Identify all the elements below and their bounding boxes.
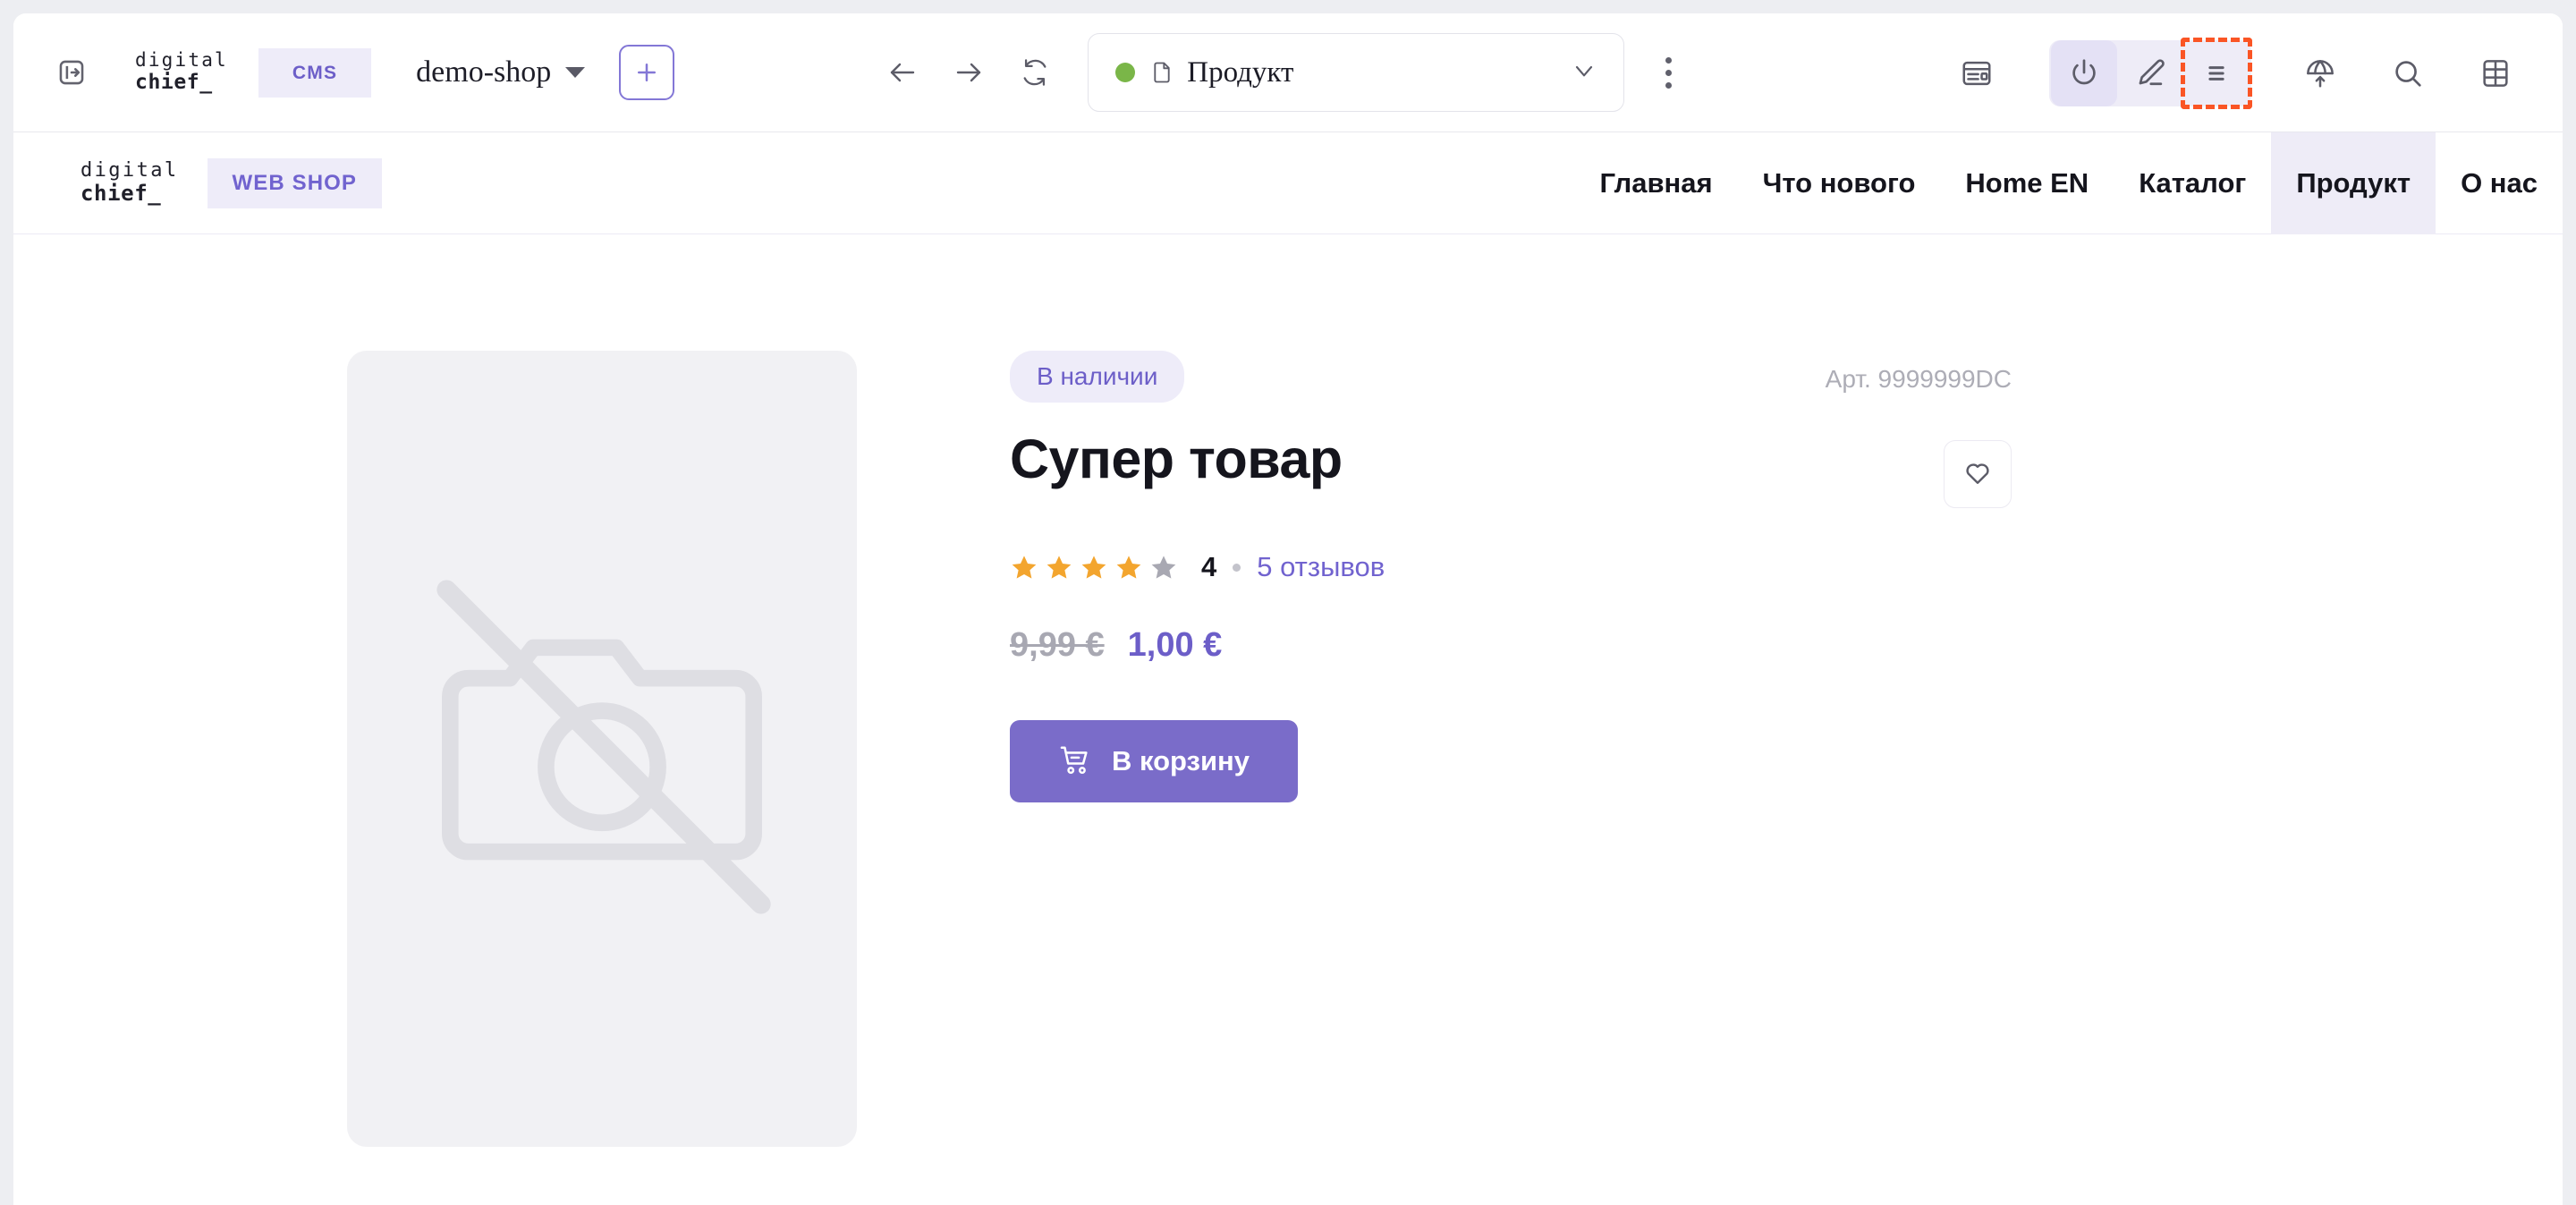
page-selector[interactable]: Продукт <box>1088 33 1625 112</box>
product-info-top-row: В наличии Арт. 9999999DC <box>1010 351 2012 403</box>
toolbar-right-group <box>1944 13 2529 132</box>
nav-item-katalog[interactable]: Каталог <box>2114 132 2271 234</box>
product-info: В наличии Арт. 9999999DC Супер товар 4 5… <box>857 351 2563 1147</box>
rating-stars <box>1010 553 1178 581</box>
favorite-button[interactable] <box>1944 440 2012 508</box>
reviews-link[interactable]: 5 отзывов <box>1257 551 1385 583</box>
add-to-cart-label: В корзину <box>1111 745 1250 776</box>
site-brand-line-2: chief_ <box>80 181 162 207</box>
product-sku: Арт. 9999999DC <box>1825 365 2012 393</box>
nav-item-o-nas[interactable]: О нас <box>2436 132 2563 234</box>
editor-mode-group <box>2049 37 2252 109</box>
page-selector-label: Продукт <box>1187 55 1294 89</box>
product-title-row: Супер товар <box>1010 428 2012 508</box>
rating-value: 4 <box>1201 551 1217 582</box>
star-filled-icon <box>1046 556 1072 579</box>
brand-line-1: digital <box>135 49 228 72</box>
power-icon[interactable] <box>2051 39 2117 106</box>
product-page: В наличии Арт. 9999999DC Супер товар 4 5… <box>13 234 2563 1204</box>
star-filled-icon <box>1012 556 1037 579</box>
toolbar-center-group: Продукт <box>869 33 1692 112</box>
add-button[interactable] <box>619 45 675 100</box>
product-rating: 4 5 отзывов <box>1010 551 2482 583</box>
site-navigation: Главная Что нового Home EN Каталог Проду… <box>1575 132 2563 234</box>
search-icon[interactable] <box>2375 40 2441 106</box>
cms-chip: CMS <box>258 47 372 98</box>
editor-toolbar: digital chief_ CMS demo-shop Продукт <box>13 13 2563 132</box>
site-brand-line-1: digital <box>80 158 179 182</box>
heart-icon <box>1962 457 1993 492</box>
price-new: 1,00 € <box>1127 626 1223 664</box>
price-old: 9,99 € <box>1010 626 1105 664</box>
star-filled-icon <box>1081 556 1106 579</box>
more-vertical-icon[interactable] <box>1644 39 1692 106</box>
nav-item-home-en[interactable]: Home EN <box>1940 132 2114 234</box>
web-shop-chip: WEB SHOP <box>207 157 383 208</box>
site-header: digital chief_ WEB SHOP Главная Что ново… <box>13 132 2563 234</box>
product-layout: В наличии Арт. 9999999DC Супер товар 4 5… <box>13 234 2563 1147</box>
pencil-icon[interactable] <box>2117 40 2183 106</box>
cms-brand-logo: digital chief_ <box>135 50 228 94</box>
status-dot-icon <box>1115 63 1136 82</box>
toolbar-left-group: digital chief_ CMS demo-shop <box>13 45 675 100</box>
page-title: Супер товар <box>1010 429 1343 489</box>
nav-item-produkt[interactable]: Продукт <box>2271 132 2436 234</box>
star-empty-icon <box>1151 556 1176 579</box>
arrow-right-icon[interactable] <box>936 39 1002 106</box>
app-window: digital chief_ CMS demo-shop Продукт dig… <box>13 13 2563 1205</box>
product-gallery <box>13 351 857 1147</box>
add-to-cart-button[interactable]: В корзину <box>1010 720 1298 802</box>
panel-expand-icon[interactable] <box>51 52 92 93</box>
shop-selector-label: demo-shop <box>416 55 552 89</box>
chevron-down-icon <box>1570 56 1598 89</box>
no-image-camera-icon <box>347 351 857 1147</box>
status-badge: В наличии <box>1010 351 1185 403</box>
nav-item-glavnaya[interactable]: Главная <box>1575 132 1738 234</box>
rating-separator-dot <box>1233 563 1241 572</box>
shop-selector[interactable]: demo-shop <box>416 55 586 89</box>
site-brand-logo: digital chief_ <box>80 158 179 207</box>
product-price: 9,99 € 1,00 € <box>1010 626 2482 665</box>
chevron-down-icon <box>565 67 586 78</box>
list-icon[interactable] <box>2181 37 2252 109</box>
shopping-cart-icon <box>1058 743 1092 780</box>
grid-icon[interactable] <box>2462 40 2529 106</box>
nav-item-chto-novogo[interactable]: Что нового <box>1738 132 1941 234</box>
brand-line-2: chief_ <box>135 70 213 94</box>
reload-icon[interactable] <box>1002 39 1068 106</box>
star-filled-icon <box>1116 556 1141 579</box>
layout-icon[interactable] <box>1944 40 2010 106</box>
arrow-left-icon[interactable] <box>869 39 936 106</box>
document-icon <box>1149 60 1174 85</box>
globe-upload-icon[interactable] <box>2287 40 2353 106</box>
